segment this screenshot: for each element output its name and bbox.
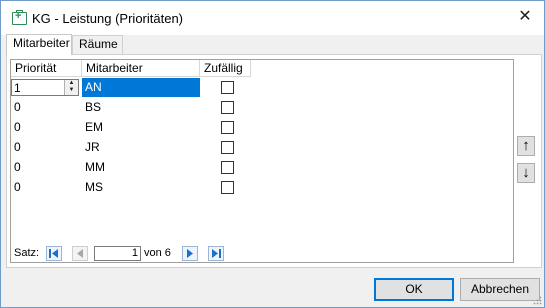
tab-panel-mitarbeiter: Priorität Mitarbeiter Zufällig 1 ▲ ▼ AN bbox=[6, 54, 542, 268]
move-down-button[interactable]: ↓ bbox=[517, 163, 535, 183]
employee-cell[interactable]: BS bbox=[82, 98, 200, 117]
priority-cell[interactable]: 0 bbox=[11, 98, 82, 117]
table-row[interactable]: 0 JR bbox=[11, 138, 251, 157]
grid-header: Priorität Mitarbeiter Zufällig bbox=[11, 60, 511, 78]
random-checkbox[interactable] bbox=[221, 161, 234, 174]
random-cell bbox=[200, 178, 251, 197]
move-up-button[interactable]: ↑ bbox=[517, 136, 535, 156]
title-bar: KG - Leistung (Prioritäten) ✕ bbox=[1, 1, 544, 35]
random-cell bbox=[200, 158, 251, 177]
table-row[interactable]: 0 MM bbox=[11, 158, 251, 177]
cancel-button[interactable]: Abbrechen bbox=[460, 278, 540, 301]
spinner-buttons: ▲ ▼ bbox=[64, 80, 78, 95]
next-record-button[interactable] bbox=[182, 246, 198, 261]
priority-cell: 1 ▲ ▼ bbox=[11, 78, 82, 97]
employee-cell[interactable]: EM bbox=[82, 118, 200, 137]
record-navigator: Satz: 1 von 6 bbox=[11, 246, 511, 262]
random-cell bbox=[200, 78, 251, 97]
random-checkbox[interactable] bbox=[221, 121, 234, 134]
close-button[interactable]: ✕ bbox=[510, 3, 540, 31]
random-checkbox[interactable] bbox=[221, 181, 234, 194]
priority-cell[interactable]: 0 bbox=[11, 118, 82, 137]
ok-button[interactable]: OK bbox=[374, 278, 454, 301]
random-checkbox[interactable] bbox=[221, 81, 234, 94]
table-row[interactable]: 0 MS bbox=[11, 178, 251, 197]
navigator-label: Satz: bbox=[14, 247, 40, 259]
employee-cell[interactable]: AN bbox=[82, 78, 200, 97]
tab-raeume[interactable]: Räume bbox=[72, 35, 123, 54]
random-checkbox[interactable] bbox=[221, 101, 234, 114]
priority-cell[interactable]: 0 bbox=[11, 178, 82, 197]
resize-grip-icon[interactable] bbox=[533, 296, 542, 305]
random-cell bbox=[200, 98, 251, 117]
random-cell bbox=[200, 138, 251, 157]
column-header-priority[interactable]: Priorität bbox=[11, 60, 82, 77]
random-checkbox[interactable] bbox=[221, 141, 234, 154]
record-number-input[interactable]: 1 bbox=[94, 246, 141, 261]
priority-grid: Priorität Mitarbeiter Zufällig 1 ▲ ▼ AN bbox=[10, 59, 514, 263]
employee-cell[interactable]: MS bbox=[82, 178, 200, 197]
spin-up-icon[interactable]: ▲ bbox=[65, 80, 78, 87]
employee-cell[interactable]: JR bbox=[82, 138, 200, 157]
priority-cell[interactable]: 0 bbox=[11, 158, 82, 177]
column-header-random[interactable]: Zufällig bbox=[200, 60, 251, 77]
previous-record-icon bbox=[77, 249, 83, 258]
employee-cell[interactable]: MM bbox=[82, 158, 200, 177]
last-record-button[interactable] bbox=[208, 246, 224, 261]
dialog-window: KG - Leistung (Prioritäten) ✕ Mitarbeite… bbox=[0, 0, 545, 308]
table-row[interactable]: 0 EM bbox=[11, 118, 251, 137]
first-aid-kit-icon bbox=[12, 10, 27, 25]
last-record-icon bbox=[212, 249, 221, 258]
priority-spinner[interactable]: 1 ▲ ▼ bbox=[11, 79, 79, 96]
table-row[interactable]: 0 BS bbox=[11, 98, 251, 117]
random-cell bbox=[200, 118, 251, 137]
column-header-employee[interactable]: Mitarbeiter bbox=[82, 60, 200, 77]
priority-spinner-value[interactable]: 1 bbox=[14, 81, 21, 95]
first-record-icon bbox=[49, 249, 58, 258]
priority-cell[interactable]: 0 bbox=[11, 138, 82, 157]
table-row[interactable]: 1 ▲ ▼ AN bbox=[11, 78, 251, 97]
previous-record-button[interactable] bbox=[72, 246, 88, 261]
tab-mitarbeiter[interactable]: Mitarbeiter bbox=[6, 34, 72, 55]
first-record-button[interactable] bbox=[46, 246, 62, 261]
spin-down-icon[interactable]: ▼ bbox=[65, 87, 78, 94]
record-count-label: von 6 bbox=[144, 247, 171, 259]
window-title: KG - Leistung (Prioritäten) bbox=[32, 11, 184, 26]
next-record-icon bbox=[187, 249, 193, 258]
